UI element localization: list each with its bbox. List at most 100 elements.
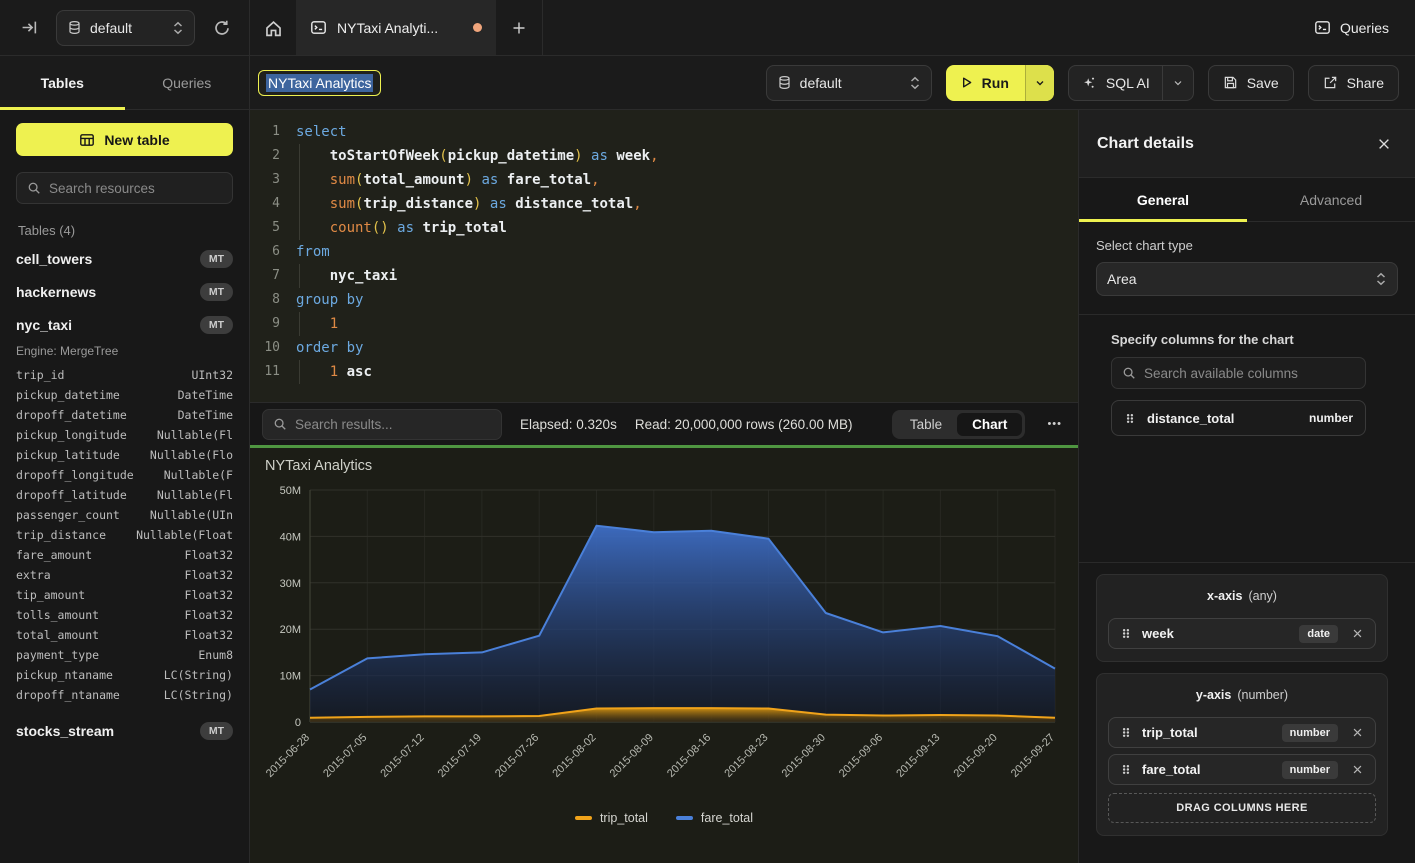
query-title-text: NYTaxi Analytics bbox=[266, 74, 373, 92]
columns-section: Specify columns for the chart distance_t… bbox=[1111, 332, 1366, 436]
database-selector[interactable]: default bbox=[56, 10, 195, 46]
run-button[interactable]: Run bbox=[946, 65, 1025, 101]
results-search[interactable] bbox=[262, 409, 502, 440]
home-button[interactable] bbox=[250, 0, 296, 56]
share-icon bbox=[1323, 75, 1338, 90]
tab-strip: NYTaxi Analyti... bbox=[250, 0, 543, 55]
legend-label: fare_total bbox=[701, 811, 753, 825]
chevron-down-icon bbox=[1034, 77, 1046, 89]
sql-ai-button[interactable]: SQL AI bbox=[1069, 66, 1162, 100]
x-axis-label: x-axis bbox=[1207, 589, 1242, 603]
code-line: order by bbox=[296, 336, 1078, 360]
svg-text:2015-09-06: 2015-09-06 bbox=[837, 732, 885, 780]
chart-legend: trip_total fare_total bbox=[250, 811, 1078, 825]
svg-text:2015-07-26: 2015-07-26 bbox=[493, 732, 541, 780]
resources-search-input[interactable] bbox=[49, 181, 226, 196]
close-icon bbox=[1377, 137, 1391, 151]
new-table-label: New table bbox=[104, 132, 169, 148]
new-table-button[interactable]: New table bbox=[16, 123, 233, 156]
query-title-input[interactable]: NYTaxi Analytics bbox=[258, 70, 381, 96]
tab-general[interactable]: General bbox=[1079, 178, 1247, 221]
table-list-item[interactable]: cell_towersMT bbox=[16, 242, 233, 275]
plus-icon bbox=[511, 20, 527, 36]
drag-handle-icon[interactable] bbox=[1120, 626, 1132, 641]
save-button[interactable]: Save bbox=[1208, 65, 1294, 101]
table-icon bbox=[79, 132, 95, 148]
drag-handle-icon[interactable] bbox=[1120, 725, 1132, 740]
column-row: trip_idUInt32 bbox=[16, 365, 233, 385]
columns-search[interactable] bbox=[1111, 357, 1366, 389]
table-name: cell_towers bbox=[16, 251, 200, 267]
column-row: pickup_longitudeNullable(Fl bbox=[16, 425, 233, 445]
sql-ai-label: SQL AI bbox=[1106, 75, 1150, 91]
close-panel-button[interactable] bbox=[1371, 131, 1397, 157]
axis-column-name: trip_total bbox=[1142, 725, 1272, 740]
chart-canvas[interactable]: 010M20M30M40M50M2015-06-282015-07-052015… bbox=[250, 448, 1078, 863]
run-database-value: default bbox=[800, 75, 901, 91]
svg-text:2015-09-13: 2015-09-13 bbox=[894, 732, 942, 780]
chevron-updown-icon bbox=[172, 21, 184, 35]
axis-column-item[interactable]: weekdate bbox=[1108, 618, 1376, 649]
drop-zone[interactable]: DRAG COLUMNS HERE bbox=[1108, 793, 1376, 823]
svg-text:2015-08-23: 2015-08-23 bbox=[722, 732, 770, 780]
line-number: 8 bbox=[250, 288, 280, 312]
svg-text:2015-07-19: 2015-07-19 bbox=[436, 732, 484, 780]
tab-nytaxi-analytics[interactable]: NYTaxi Analyti... bbox=[296, 0, 496, 55]
chart-type-select[interactable]: Area bbox=[1096, 262, 1398, 296]
console-icon bbox=[1314, 19, 1331, 36]
remove-column-button[interactable] bbox=[1348, 724, 1366, 742]
drag-handle-icon[interactable] bbox=[1120, 762, 1132, 777]
divider bbox=[1079, 314, 1415, 315]
new-tab-button[interactable] bbox=[496, 0, 542, 56]
sql-ai-options-button[interactable] bbox=[1162, 66, 1193, 100]
y-axis-header: y-axis(number) bbox=[1108, 682, 1376, 711]
run-database-selector[interactable]: default bbox=[766, 65, 932, 101]
more-options-button[interactable]: ••• bbox=[1043, 418, 1066, 430]
share-button[interactable]: Share bbox=[1308, 65, 1399, 101]
home-icon bbox=[264, 19, 283, 38]
search-icon bbox=[1122, 366, 1136, 380]
available-column-item[interactable]: distance_totalnumber bbox=[1111, 400, 1366, 436]
y-axis-items: trip_totalnumber fare_totalnumber bbox=[1108, 717, 1376, 785]
engine-badge: MT bbox=[200, 316, 233, 334]
connection-bar: default bbox=[0, 0, 250, 55]
query-toolbar: NYTaxi Analytics default Run SQ bbox=[250, 56, 1415, 109]
svg-text:0: 0 bbox=[295, 717, 301, 729]
axis-column-item[interactable]: fare_totalnumber bbox=[1108, 754, 1376, 785]
code-line: count() as trip_total bbox=[296, 216, 1078, 240]
code-line: nyc_taxi bbox=[296, 264, 1078, 288]
queries-button-label: Queries bbox=[1340, 20, 1389, 36]
line-number: 7 bbox=[250, 264, 280, 288]
refresh-button[interactable] bbox=[207, 13, 237, 43]
axis-column-item[interactable]: trip_totalnumber bbox=[1108, 717, 1376, 748]
legend-item[interactable]: fare_total bbox=[676, 811, 753, 825]
tab-queries[interactable]: Queries bbox=[125, 56, 250, 109]
y-axis-label: y-axis bbox=[1196, 688, 1231, 702]
remove-column-button[interactable] bbox=[1348, 625, 1366, 643]
y-axis-box: y-axis(number) trip_totalnumber fare_tota… bbox=[1096, 673, 1388, 836]
svg-text:50M: 50M bbox=[280, 485, 301, 497]
remove-column-button[interactable] bbox=[1348, 761, 1366, 779]
code-line: 1 asc bbox=[296, 360, 1078, 384]
sql-editor[interactable]: 1234567891011 select toStartOfWeek(picku… bbox=[250, 110, 1078, 402]
results-search-input[interactable] bbox=[295, 417, 491, 432]
tab-tables[interactable]: Tables bbox=[0, 56, 125, 109]
table-list-item[interactable]: stocks_streamMT bbox=[16, 714, 233, 747]
table-list-item[interactable]: hackernewsMT bbox=[16, 275, 233, 308]
area-chart: 010M20M30M40M50M2015-06-282015-07-052015… bbox=[250, 448, 1078, 863]
drag-handle-icon[interactable] bbox=[1124, 411, 1136, 426]
tab-advanced[interactable]: Advanced bbox=[1247, 178, 1415, 221]
table-list-item[interactable]: nyc_taxiMT bbox=[16, 308, 233, 341]
columns-search-input[interactable] bbox=[1144, 366, 1355, 381]
chart-view-button[interactable]: Chart bbox=[957, 413, 1022, 436]
editor-code[interactable]: select toStartOfWeek(pickup_datetime) as… bbox=[296, 120, 1078, 402]
run-options-button[interactable] bbox=[1025, 65, 1054, 101]
legend-item[interactable]: trip_total bbox=[575, 811, 648, 825]
collapse-sidebar-button[interactable] bbox=[14, 13, 44, 43]
x-axis-header: x-axis(any) bbox=[1108, 583, 1376, 612]
queries-button[interactable]: Queries bbox=[1302, 0, 1415, 55]
tab-title: NYTaxi Analyti... bbox=[337, 20, 463, 36]
resources-search[interactable] bbox=[16, 172, 233, 204]
table-view-button[interactable]: Table bbox=[895, 413, 957, 436]
column-row: dropoff_latitudeNullable(Fl bbox=[16, 485, 233, 505]
